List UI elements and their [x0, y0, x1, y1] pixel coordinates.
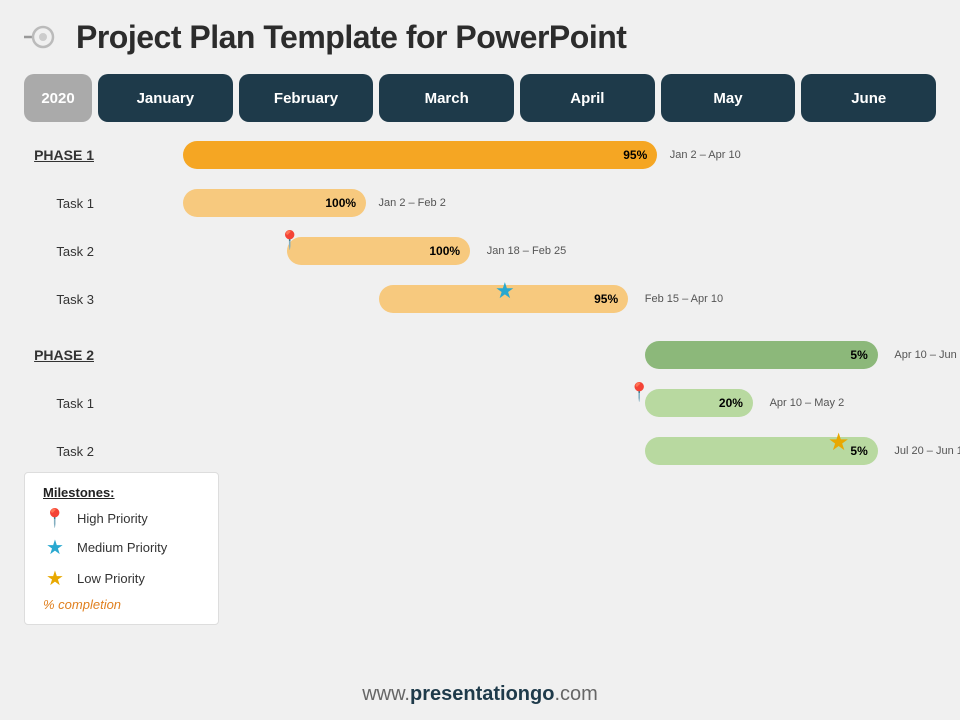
footer-text-plain: www. [362, 683, 410, 705]
phase2-task1-bar: 20% [645, 389, 753, 417]
phase1-task3-row: Task 3 ★ 95% Feb 15 – Apr 10 [24, 276, 936, 322]
page-title: Project Plan Template for PowerPoint [76, 19, 626, 56]
footer: www.presentationgo.com [0, 683, 960, 706]
phase1-task1-date: Jan 2 – Feb 2 [379, 197, 446, 209]
legend-low-priority: ★ Low Priority [43, 566, 200, 591]
legend-high-priority: 📍 High Priority [43, 508, 200, 529]
month-january: January [98, 74, 233, 122]
low-priority-icon-phase2-task2: ★ [828, 428, 850, 457]
phase2-task2-percent: 5% [850, 444, 867, 458]
logo-icon [24, 18, 62, 56]
phase1-task2-date: Jan 18 – Feb 25 [487, 245, 567, 257]
timeline-header: 2020 January February March April May Ju… [24, 74, 936, 122]
phase2-task2-bar-container: ★ 5% Jul 20 – Jun 10 [104, 428, 936, 474]
phase1-task3-label: Task 3 [24, 292, 104, 307]
legend-medium-priority: ★ Medium Priority [43, 535, 200, 560]
percent-label: % completion [43, 597, 200, 612]
phase2-task2-date: Jul 20 – Jun 10 [894, 445, 960, 457]
phase1-task2-row: Task 2 📍 100% Jan 18 – Feb 25 [24, 228, 936, 274]
phase1-task1-label: Task 1 [24, 196, 104, 211]
phase1-task2-bar-container: 📍 100% Jan 18 – Feb 25 [104, 228, 936, 274]
low-priority-legend-icon: ★ [43, 566, 67, 591]
phase1-task2-label: Task 2 [24, 244, 104, 259]
legend-box: Milestones: 📍 High Priority ★ Medium Pri… [24, 472, 219, 625]
month-may: May [661, 74, 796, 122]
medium-priority-icon-task3: ★ [495, 278, 515, 304]
footer-text-highlight: presentationgo [410, 683, 554, 705]
phase1-bar-container: 95% Jan 2 – Apr 10 [104, 132, 936, 178]
high-priority-icon-task2: 📍 [279, 230, 301, 251]
phase2-bar-container: 5% Apr 10 – Jun 10 [104, 332, 936, 378]
phase1-label: PHASE 1 [24, 147, 104, 163]
phase1-task1-row: Task 1 100% Jan 2 – Feb 2 [24, 180, 936, 226]
phase1-task2-percent: 100% [429, 244, 460, 258]
month-april: April [520, 74, 655, 122]
month-february: February [239, 74, 374, 122]
legend-low-priority-label: Low Priority [77, 571, 145, 586]
header: Project Plan Template for PowerPoint [0, 0, 960, 66]
footer-text-end: .com [554, 683, 597, 705]
phase2-task1-bar-container: 📍 20% Apr 10 – May 2 [104, 380, 936, 426]
month-june: June [801, 74, 936, 122]
phase1-date: Jan 2 – Apr 10 [670, 149, 741, 161]
phase2-task2-row: Task 2 ★ 5% Jul 20 – Jun 10 [24, 428, 936, 474]
phase1-task1-bar: 100% [183, 189, 366, 217]
phase2-task1-label: Task 1 [24, 396, 104, 411]
phase2-task1-date: Apr 10 – May 2 [770, 397, 845, 409]
legend-title: Milestones: [43, 485, 200, 500]
gantt-area: PHASE 1 95% Jan 2 – Apr 10 Task 1 100% J… [24, 132, 936, 474]
phase2-label: PHASE 2 [24, 347, 104, 363]
phase2-task2-label: Task 2 [24, 444, 104, 459]
phase2-row: PHASE 2 5% Apr 10 – Jun 10 [24, 332, 936, 378]
phase1-task1-bar-container: 100% Jan 2 – Feb 2 [104, 180, 936, 226]
phase2-task1-row: Task 1 📍 20% Apr 10 – May 2 [24, 380, 936, 426]
month-march: March [379, 74, 514, 122]
phase1-bar: 95% [183, 141, 657, 169]
phase2-task1-percent: 20% [719, 396, 743, 410]
phase1-task2-bar: 100% [287, 237, 470, 265]
legend-medium-priority-label: Medium Priority [77, 540, 167, 555]
phase1-task3-bar-container: ★ 95% Feb 15 – Apr 10 [104, 276, 936, 322]
phase1-task3-date: Feb 15 – Apr 10 [645, 293, 723, 305]
phase1-task3-percent: 95% [594, 292, 618, 306]
high-priority-legend-icon: 📍 [43, 508, 67, 529]
phase2-date: Apr 10 – Jun 10 [894, 349, 960, 361]
phase1-task1-percent: 100% [325, 196, 356, 210]
phase1-row: PHASE 1 95% Jan 2 – Apr 10 [24, 132, 936, 178]
phase2-percent: 5% [850, 348, 867, 362]
year-cell: 2020 [24, 74, 92, 122]
legend-high-priority-label: High Priority [77, 511, 148, 526]
phase1-percent: 95% [623, 148, 647, 162]
medium-priority-legend-icon: ★ [43, 535, 67, 560]
phase2-bar: 5% [645, 341, 878, 369]
high-priority-icon-phase2-task1: 📍 [628, 382, 650, 403]
